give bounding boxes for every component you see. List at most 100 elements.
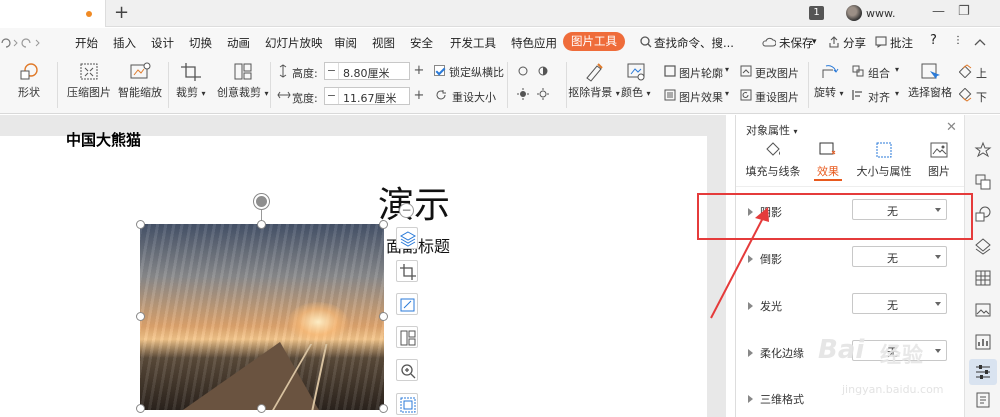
menu-home[interactable]: 开始	[75, 35, 98, 51]
decrement-button[interactable]: −	[325, 63, 339, 79]
undo-redo-icon[interactable]	[0, 37, 44, 49]
shapes-icon[interactable]	[974, 205, 992, 223]
compress-picture-button[interactable]: 压缩图片	[67, 62, 111, 100]
chevron-down-icon[interactable]: ▾	[725, 65, 729, 74]
menu-transition[interactable]: 切换	[189, 35, 212, 51]
selected-picture[interactable]	[140, 224, 384, 410]
comment-button[interactable]: 批注	[890, 35, 913, 51]
send-backward-button[interactable]: 下	[976, 89, 987, 105]
restore-button[interactable]: ❐	[958, 4, 970, 19]
prop-3d-format-row[interactable]: 三维格式	[748, 391, 804, 407]
collapse-ribbon-icon[interactable]	[974, 37, 986, 47]
menu-developer[interactable]: 开发工具	[450, 35, 496, 51]
menu-animation[interactable]: 动画	[227, 35, 250, 51]
menu-view[interactable]: 视图	[372, 35, 395, 51]
tab-picture-tools[interactable]: 图片工具	[563, 32, 625, 51]
window-count-badge[interactable]: 1	[809, 6, 824, 20]
search-commands-input[interactable]: 查找命令、搜...	[654, 35, 734, 51]
layers-button[interactable]	[396, 227, 418, 249]
resize-handle-bottom[interactable]	[257, 404, 266, 413]
prop-glow-row[interactable]: 发光	[748, 298, 782, 314]
decrement-button[interactable]: −	[325, 88, 339, 104]
height-value[interactable]: 8.80厘米	[343, 65, 390, 81]
slide-title[interactable]: 演示	[378, 176, 450, 228]
reflection-select[interactable]: 无	[852, 246, 947, 267]
more-options-icon[interactable]: ⋮	[953, 35, 963, 46]
tab-picture[interactable]: 图片	[924, 141, 954, 179]
chevron-down-icon[interactable]: ▾	[725, 89, 729, 98]
picture-effect-button[interactable]: 图片效果	[679, 89, 723, 105]
picture-outline-button[interactable]: 图片轮廓	[679, 65, 723, 81]
menu-insert[interactable]: 插入	[113, 35, 136, 51]
close-icon[interactable]: ✕	[946, 120, 957, 135]
prop-soft-edges-row[interactable]: 柔化边缘	[748, 345, 804, 361]
document-tab[interactable]	[0, 0, 106, 27]
lock-ratio-label[interactable]: 锁定纵横比	[449, 64, 504, 80]
increment-button[interactable]: +	[412, 62, 426, 80]
prop-reflection-row[interactable]: 倒影	[748, 251, 782, 267]
increment-button[interactable]: +	[412, 87, 426, 105]
star-icon[interactable]	[974, 141, 992, 159]
unsaved-status-button[interactable]: 未保存	[779, 35, 814, 51]
crop-button[interactable]: 裁剪 ▾	[176, 62, 206, 100]
chevron-down-icon[interactable]: ▾	[812, 37, 817, 47]
resize-handle-left[interactable]	[136, 312, 145, 321]
creative-crop-button[interactable]: 创意裁剪 ▾	[217, 62, 269, 100]
menu-features[interactable]: 特色应用	[511, 35, 557, 51]
resize-handle-bottom-right[interactable]	[379, 404, 388, 413]
tab-effects[interactable]: 效果	[812, 141, 844, 179]
edit-picture-button[interactable]	[396, 293, 418, 315]
resize-handle-top-left[interactable]	[136, 220, 145, 229]
align-button[interactable]: 对齐	[868, 89, 890, 105]
bring-forward-button[interactable]: 上	[976, 65, 987, 81]
color-button[interactable]: 颜色 ▾	[621, 62, 651, 100]
new-tab-button[interactable]: +	[114, 2, 129, 24]
chevron-down-icon[interactable]: ▾	[895, 65, 899, 74]
width-value[interactable]: 11.67厘米	[343, 90, 397, 106]
group-button[interactable]: 组合	[868, 65, 890, 81]
rotation-handle[interactable]	[254, 194, 269, 209]
avatar[interactable]	[846, 5, 862, 21]
selection-pane-button[interactable]: 选择窗格	[908, 62, 952, 100]
menu-slideshow[interactable]: 幻灯片放映	[265, 35, 323, 51]
user-name[interactable]: www.	[866, 7, 895, 20]
glow-select[interactable]: 无	[852, 293, 947, 314]
menu-review[interactable]: 审阅	[334, 35, 357, 51]
resize-handle-right[interactable]	[379, 312, 388, 321]
slide-body-text[interactable]: 中国大熊猫	[66, 129, 141, 150]
resize-handle-top[interactable]	[257, 220, 266, 229]
chevron-down-icon[interactable]: ▾	[895, 89, 899, 98]
notes-icon[interactable]	[974, 391, 992, 409]
menu-design[interactable]: 设计	[151, 35, 174, 51]
layers-icon[interactable]	[974, 237, 992, 255]
table-icon[interactable]	[974, 269, 992, 287]
bar-chart-icon[interactable]	[974, 333, 992, 351]
smart-scale-button[interactable]: 智能缩放	[118, 62, 162, 100]
crop-float-button[interactable]	[396, 260, 418, 282]
image-icon[interactable]	[974, 301, 992, 319]
brightness-contrast-icons[interactable]	[516, 64, 556, 104]
fit-picture-button[interactable]	[396, 393, 418, 415]
tab-fill-line[interactable]: 填充与线条	[744, 141, 802, 179]
shape-button[interactable]: 形状	[18, 62, 40, 100]
share-button[interactable]: 分享	[843, 35, 866, 51]
tab-size-properties[interactable]: 大小与属性	[854, 141, 914, 179]
remove-background-button[interactable]: 抠除背景 ▾	[564, 62, 624, 100]
width-stepper[interactable]: − 11.67厘米	[324, 87, 410, 105]
panel-title[interactable]: 对象属性 ▾	[746, 122, 798, 138]
lock-ratio-checkbox[interactable]	[434, 65, 445, 76]
resize-handle-top-right[interactable]	[379, 220, 388, 229]
collapse-toolbar-button[interactable]: −	[399, 203, 414, 218]
resize-handle-bottom-left[interactable]	[136, 404, 145, 413]
change-picture-button[interactable]: 更改图片	[755, 65, 799, 81]
minimize-button[interactable]: —	[932, 4, 945, 19]
reset-picture-button[interactable]: 重设图片	[755, 89, 799, 105]
help-button[interactable]: ?	[930, 33, 937, 48]
rotate-button[interactable]: 旋转 ▾	[814, 62, 844, 100]
creative-crop-float-button[interactable]	[396, 326, 418, 348]
properties-toggle-button[interactable]	[969, 359, 997, 385]
copy-icon[interactable]	[974, 173, 992, 191]
height-stepper[interactable]: − 8.80厘米	[324, 62, 410, 80]
menu-security[interactable]: 安全	[410, 35, 433, 51]
reset-size-button[interactable]: 重设大小	[452, 89, 496, 105]
